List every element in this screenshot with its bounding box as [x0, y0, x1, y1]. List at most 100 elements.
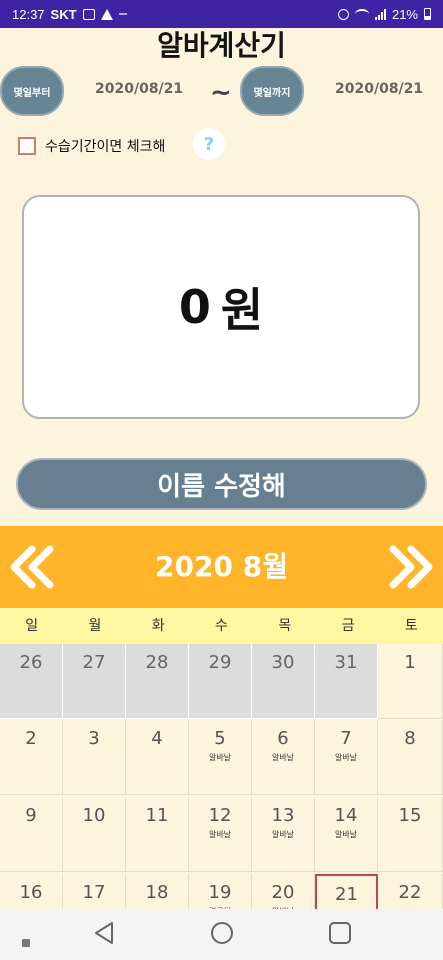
more-notifications-icon [118, 13, 127, 15]
day-shift-label: 알바날 [334, 753, 358, 762]
day-number: 11 [145, 805, 169, 826]
wage-result-box: 0 원 [22, 195, 420, 419]
calendar-day-cell[interactable]: 19결근됨 [189, 874, 252, 909]
weekday-label: 화 [151, 618, 165, 634]
probation-row: 수습기간이면 체크해 [18, 132, 165, 160]
day-number: 8 [404, 728, 416, 749]
calendar-month-title: 2020 8월 [155, 550, 288, 583]
wifi-icon [354, 9, 369, 19]
calendar-day-cell[interactable]: 13 알바날 [252, 797, 315, 872]
status-left: 12:37 SKT [12, 7, 127, 22]
day-number: 7 [340, 728, 352, 749]
weekday-row: 일월화수목금토 [0, 608, 443, 644]
probation-checkbox[interactable] [18, 137, 36, 155]
day-number: 30 [271, 652, 295, 673]
day-number: 17 [82, 882, 106, 903]
calendar-day-cell[interactable]: 26 [0, 644, 63, 719]
calendar-day-cell[interactable]: 12 알바날 [189, 797, 252, 872]
previous-month-icon[interactable] [8, 543, 56, 591]
calendar-day-cell[interactable]: 14 알바날 [315, 797, 378, 872]
end-date-button[interactable]: 몇일까지 [240, 66, 304, 116]
day-number: 18 [145, 882, 169, 903]
day-number: 21 [335, 884, 358, 905]
day-number: 22 [398, 882, 422, 903]
day-number: 16 [19, 882, 43, 903]
day-number: 2 [25, 728, 37, 749]
day-number: 27 [82, 652, 106, 673]
calendar-day-cell[interactable]: 9 [0, 797, 63, 872]
date-range-separator: ~ [210, 78, 232, 108]
day-number: 5 [214, 728, 226, 749]
weekday-label: 목 [278, 618, 292, 634]
calendar-day-cell[interactable]: 4 [126, 720, 189, 795]
recent-apps-icon[interactable] [22, 939, 30, 947]
end-date-value: 2020/08/21 [335, 81, 424, 97]
day-number: 4 [151, 728, 163, 749]
back-icon[interactable] [92, 921, 116, 945]
calendar-day-cell[interactable]: 10 [63, 797, 126, 872]
day-number: 3 [88, 728, 100, 749]
day-number: 9 [25, 805, 37, 826]
calendar-day-cell[interactable]: 27 [63, 644, 126, 719]
battery-percent: 21% [391, 6, 418, 22]
day-number: 13 [271, 805, 295, 826]
day-number: 14 [334, 805, 358, 826]
calendar-day-cell[interactable]: 11 [126, 797, 189, 872]
alarm-icon [337, 8, 349, 20]
calendar-day-cell[interactable]: 17 [63, 874, 126, 909]
weekday-label: 토 [404, 618, 418, 634]
day-shift-label: 알바날 [271, 830, 295, 839]
signal-icon [374, 8, 386, 20]
home-icon[interactable] [210, 921, 234, 945]
calendar-day-cell[interactable]: 21알바날 [315, 874, 378, 909]
calendar-day-cell[interactable]: 31 [315, 644, 378, 719]
day-shift-label: 알바날 [208, 753, 232, 762]
calendar-grid: 26 27 28 29 30 31 1 2 3 4 5 알바날 6 알바날 7 알바날 8 9 10 11 12 알바날 1… [0, 644, 443, 909]
day-shift-label: 알바날 [271, 753, 295, 762]
next-month-icon[interactable] [387, 543, 435, 591]
overview-icon[interactable] [328, 921, 352, 945]
day-number: 6 [277, 728, 289, 749]
day-shift-label: 알바날 [334, 830, 358, 839]
navigation-bar [0, 909, 443, 960]
status-time: 12:37 [12, 6, 45, 22]
calendar-day-cell[interactable]: 15 [378, 797, 443, 872]
calendar-day-cell[interactable]: 5 알바날 [189, 720, 252, 795]
calendar-day-cell[interactable]: 6 알바날 [252, 720, 315, 795]
status-right: 21% [337, 6, 431, 22]
status-carrier: SKT [50, 6, 77, 22]
calendar-day-cell[interactable]: 1 [378, 644, 443, 719]
calendar-day-cell[interactable]: 18 [126, 874, 189, 909]
calendar-day-cell[interactable]: 2 [0, 720, 63, 795]
calendar-day-cell[interactable]: 16 [0, 874, 63, 909]
calendar-day-cell[interactable]: 7 알바날 [315, 720, 378, 795]
calendar-day-cell[interactable]: 22 [378, 874, 443, 909]
help-button[interactable]: ? [193, 128, 225, 160]
calendar-day-cell[interactable]: 3 [63, 720, 126, 795]
start-date-button[interactable]: 몇일부터 [0, 66, 64, 116]
screenshot-notification-icon [82, 8, 95, 20]
day-number: 28 [145, 652, 169, 673]
day-number: 29 [208, 652, 232, 673]
calendar-day-cell[interactable]: 30 [252, 644, 315, 719]
day-number: 15 [398, 805, 422, 826]
weekday-label: 수 [215, 618, 228, 634]
status-bar: 12:37 SKT 21% [0, 0, 443, 28]
day-number: 1 [404, 652, 416, 673]
rename-button[interactable]: 이름 수정해 [16, 458, 427, 510]
day-number: 12 [208, 805, 232, 826]
app-title: 알바계산기 [157, 29, 286, 62]
calendar-day-cell[interactable]: 29 [189, 644, 252, 719]
day-number: 31 [334, 652, 358, 673]
calendar-day-cell[interactable]: 20알바날 [252, 874, 315, 909]
day-number: 26 [19, 652, 43, 673]
battery-icon [424, 8, 431, 20]
wage-amount: 0 [178, 280, 211, 334]
weekday-label: 일 [25, 618, 39, 634]
weekday-label: 금 [341, 618, 355, 634]
day-number: 10 [82, 805, 106, 826]
calendar-day-cell[interactable]: 28 [126, 644, 189, 719]
calendar-day-cell[interactable]: 8 [378, 720, 443, 795]
probation-label: 수습기간이면 체크해 [45, 139, 166, 155]
start-date-value: 2020/08/21 [95, 81, 184, 97]
